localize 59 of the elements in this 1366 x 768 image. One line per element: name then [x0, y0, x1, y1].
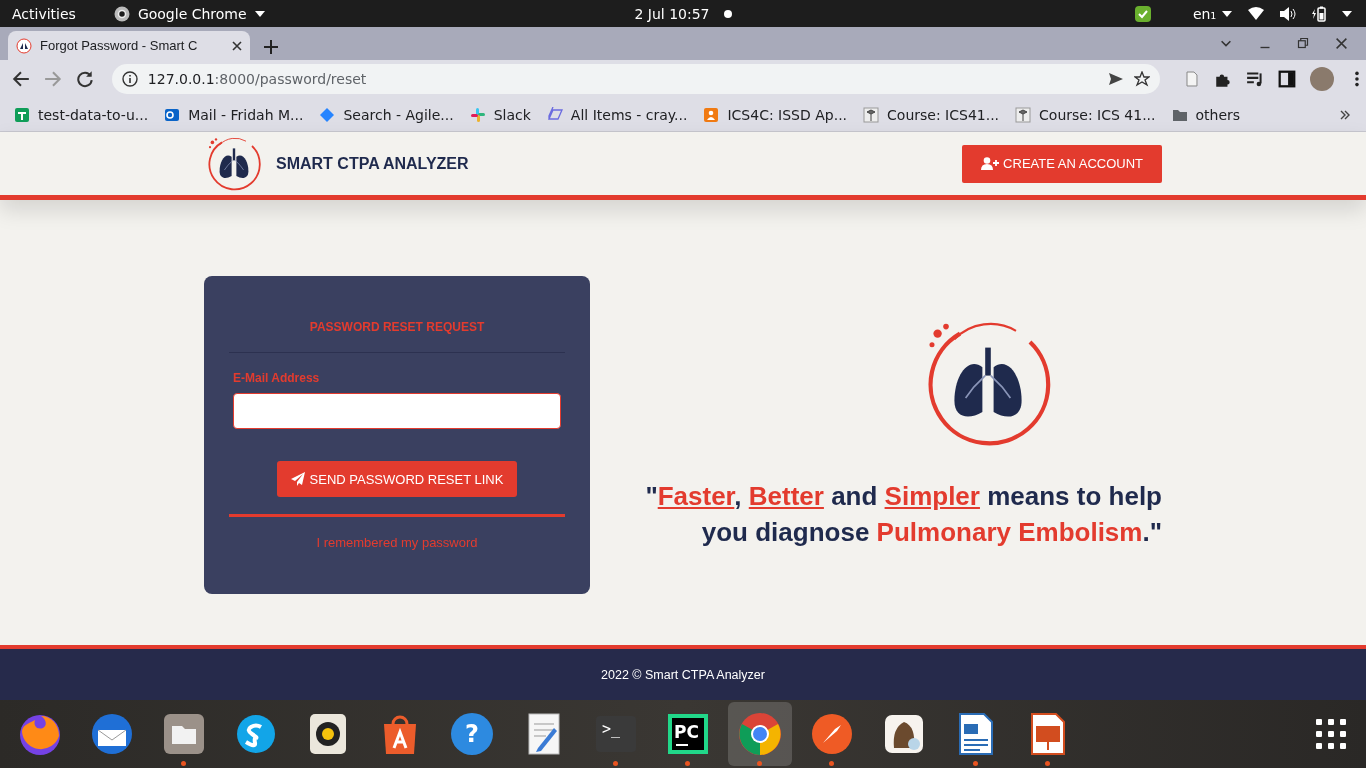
browser-tab[interactable]: Forgot Password - Smart C: [8, 31, 250, 60]
sheet-icon: [14, 106, 30, 123]
caret-icon: [1342, 10, 1352, 17]
diamond-icon: [319, 106, 336, 123]
browser-icon[interactable]: [728, 702, 792, 766]
app-grid-icon[interactable]: [1316, 719, 1346, 749]
tagline: "Faster, Better and Simpler means to help you diagnose Pulmonary Embolism.": [644, 480, 1162, 549]
url-text: 127.0.0.1:8000/password/reset: [147, 71, 368, 87]
course-icon: [1015, 106, 1032, 123]
footer-text: 2022 © Smart CTPA Analyzer: [601, 667, 765, 682]
bookmark[interactable]: test-data-to-u...: [14, 106, 149, 123]
send-icon[interactable]: [1108, 71, 1125, 87]
tab-title: Forgot Password - Smart C: [40, 38, 199, 53]
caret-icon: [1222, 10, 1232, 17]
avatar[interactable]: [1310, 67, 1335, 91]
email-field[interactable]: [233, 393, 561, 429]
chevron-right-icon[interactable]: [1340, 109, 1350, 120]
back-icon[interactable]: [12, 70, 30, 88]
media-queue-icon[interactable]: [1246, 70, 1265, 88]
bookmark[interactable]: others: [1171, 106, 1241, 123]
course-icon: [863, 106, 880, 123]
side-panel-icon[interactable]: [1278, 70, 1297, 88]
app-menu[interactable]: Google Chrome: [137, 5, 247, 22]
card-title: PASSWORD RESET REQUEST: [308, 320, 486, 334]
close-icon[interactable]: [232, 40, 242, 51]
field-label: E-Mail Address: [233, 371, 321, 385]
mail-icon: [164, 106, 181, 123]
create-account-button[interactable]: CREATE AN ACCOUNT: [962, 144, 1162, 183]
lungs-favicon-icon: [16, 37, 32, 54]
bookmark[interactable]: Course: ICS 41...: [1015, 106, 1156, 123]
volume-icon: [1280, 6, 1296, 21]
reload-icon[interactable]: [75, 70, 94, 88]
activities-button[interactable]: Activities: [12, 5, 76, 22]
info-icon: [121, 71, 138, 87]
bookmark[interactable]: Search - Agile...: [319, 106, 454, 123]
restore-icon[interactable]: [1297, 37, 1309, 49]
brand-name: SMART CTPA ANALYZER: [276, 154, 469, 173]
user-plus-icon: [981, 157, 1000, 170]
bookmark[interactable]: ICS4C: ISSD Ap...: [703, 106, 848, 123]
send-reset-link-button[interactable]: SEND PASSWORD RESET LINK: [277, 461, 517, 497]
star-icon[interactable]: [1134, 71, 1151, 87]
battery-icon: [1312, 5, 1326, 22]
hash-icon: [469, 106, 486, 123]
chrome-icon: [113, 5, 130, 22]
notification-dot-icon: [723, 9, 732, 18]
paper-plane-icon: [290, 472, 305, 486]
wifi-icon: [1248, 7, 1264, 20]
clock[interactable]: 2 Jul 10:57: [634, 5, 710, 22]
close-icon[interactable]: [1335, 36, 1348, 50]
bookmark[interactable]: All Items - cray...: [546, 106, 688, 123]
address-bar[interactable]: 127.0.0.1:8000/password/reset: [111, 64, 1161, 94]
bookmark[interactable]: Course: ICS41...: [863, 106, 1000, 123]
new-tab-icon[interactable]: [264, 40, 278, 54]
keyboard-layout[interactable]: en₁: [1192, 5, 1216, 22]
person-icon: [703, 106, 720, 123]
shield-check-icon: [1134, 5, 1151, 22]
bookmark[interactable]: Slack: [469, 106, 531, 123]
bookmark[interactable]: Mail - Fridah M...: [164, 106, 304, 123]
caret-icon: [254, 10, 265, 17]
